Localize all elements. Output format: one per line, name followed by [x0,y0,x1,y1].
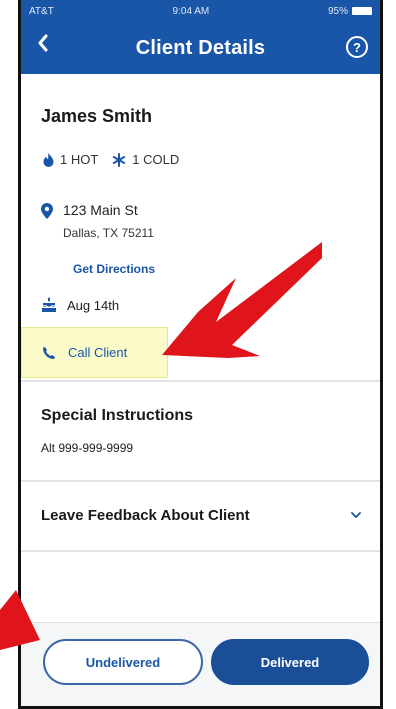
annotation-arrows [0,242,322,650]
red-arrow-icon [162,242,322,358]
red-arrow-icon [0,590,40,650]
